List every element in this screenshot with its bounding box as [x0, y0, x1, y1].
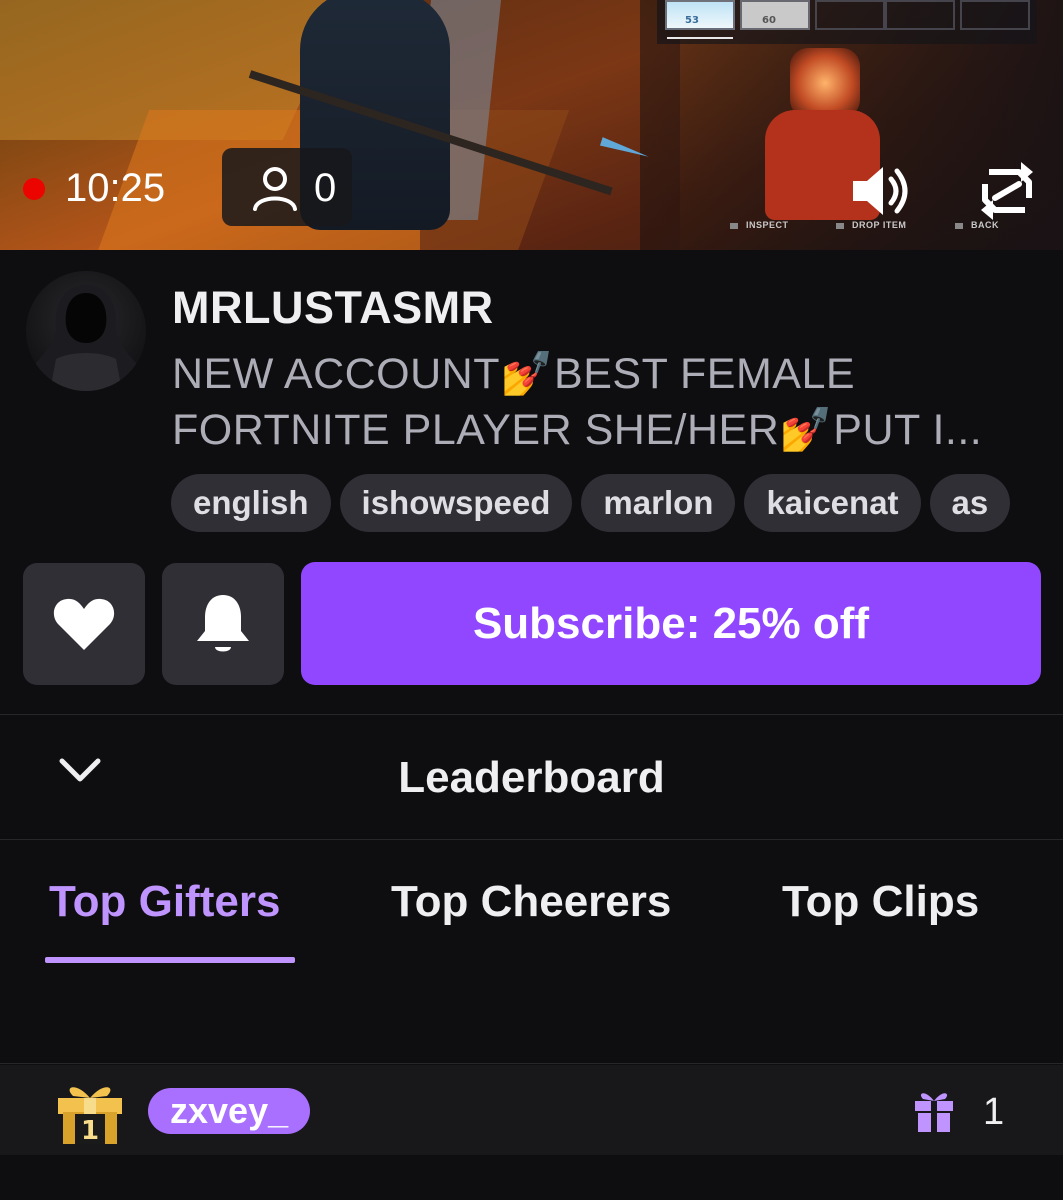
tag-as[interactable]: as	[929, 474, 1011, 532]
divider	[0, 714, 1063, 715]
tag-ishowspeed[interactable]: ishowspeed	[339, 474, 573, 532]
rotate-icon[interactable]	[977, 158, 1037, 224]
channel-name[interactable]: MRLUSTASMR	[172, 282, 494, 334]
tab-top-gifters[interactable]: Top Gifters	[49, 876, 280, 928]
rank-number: 1	[81, 1116, 99, 1146]
live-duration: 10:25	[65, 166, 166, 210]
gift-icon	[915, 1093, 953, 1132]
notifications-button[interactable]	[162, 563, 284, 685]
subscribe-button[interactable]: Subscribe: 25% off	[301, 562, 1041, 685]
follow-button[interactable]	[23, 563, 145, 685]
game-hud-slot	[815, 0, 885, 30]
heart-icon	[53, 598, 115, 650]
volume-icon[interactable]	[849, 163, 915, 219]
game-hud-slot	[885, 0, 955, 30]
tag-marlon[interactable]: marlon	[581, 474, 736, 532]
avatar-image	[36, 285, 136, 391]
live-indicator-dot	[23, 178, 45, 200]
gift-rank-icon: 1	[58, 1087, 122, 1146]
gifter-username[interactable]: zxvey_	[148, 1088, 311, 1134]
game-hud-slot: 53	[665, 0, 735, 30]
game-hud-slot: 60	[740, 0, 810, 30]
tag-kaicenat[interactable]: kaicenat	[744, 474, 921, 532]
tag-english[interactable]: english	[171, 474, 331, 532]
person-icon	[253, 167, 297, 211]
leaderboard-title[interactable]: Leaderboard	[0, 752, 1063, 804]
game-hint-drop-item: DROP ITEM	[836, 220, 906, 230]
game-hud-slot	[960, 0, 1030, 30]
divider	[0, 1063, 1063, 1064]
active-tab-indicator	[45, 957, 295, 963]
viewer-count-badge: 0	[222, 148, 352, 226]
scene-lantern	[790, 48, 860, 118]
tab-top-cheerers[interactable]: Top Cheerers	[391, 876, 671, 928]
game-hud-slot-value: 60	[762, 15, 776, 26]
game-hint-inspect: INSPECT	[730, 220, 789, 230]
tag-list: english ishowspeed marlon kaicenat as	[171, 474, 1041, 534]
bell-icon	[197, 595, 249, 652]
stream-title: NEW ACCOUNT💅BEST FEMALE FORTNITE PLAYER …	[172, 350, 983, 454]
viewer-count: 0	[314, 166, 337, 210]
channel-avatar[interactable]	[26, 271, 146, 391]
divider	[0, 839, 1063, 840]
game-hud-selected	[667, 37, 733, 39]
game-hud-slot-value: 53	[685, 15, 699, 26]
gift-count: 1	[983, 1091, 1005, 1133]
tab-top-clips[interactable]: Top Clips	[782, 876, 979, 928]
video-player[interactable]: 53 60 INSPECT DROP ITEM BACK 10:25 0	[0, 0, 1063, 250]
